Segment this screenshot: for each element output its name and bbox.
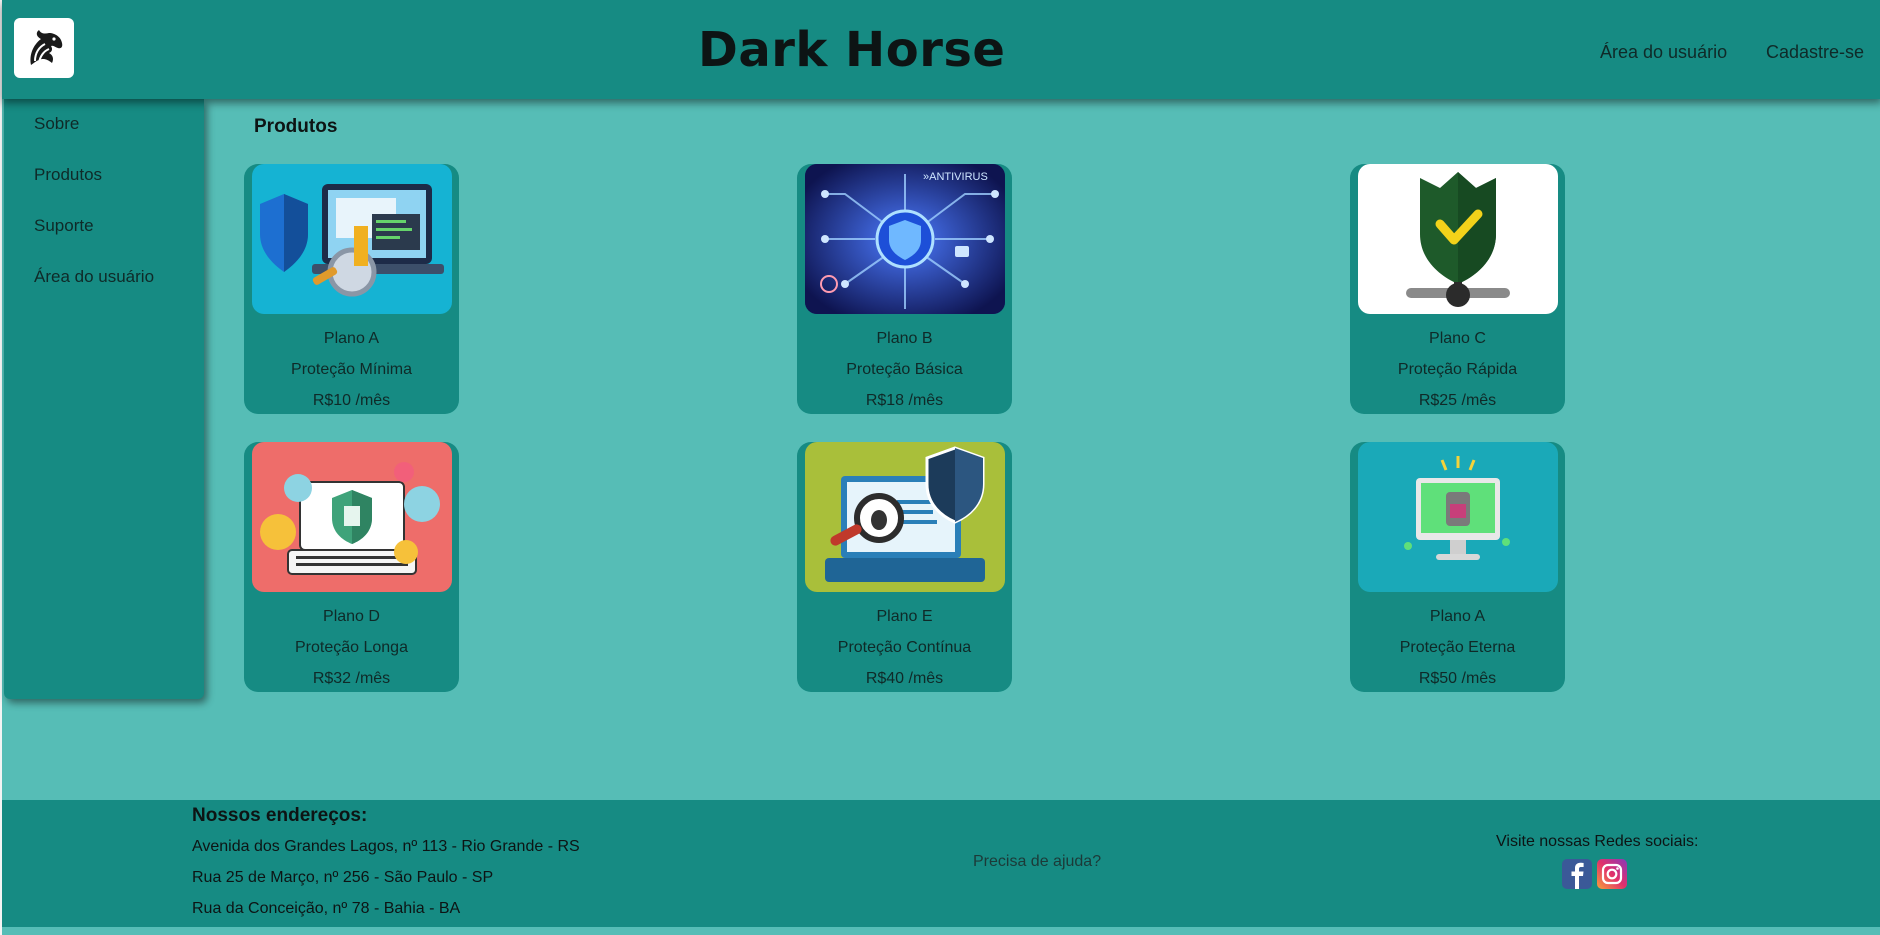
product-price: R$10 /mês bbox=[312, 392, 391, 409]
product-card[interactable]: »ANTIVIRUS Plano B Proteção Básica R$18 … bbox=[797, 164, 1012, 414]
product-card[interactable]: Plano C Proteção Rápida R$25 /mês bbox=[1350, 164, 1565, 414]
address-line: Rua da Conceição, nº 78 - Bahia - BA bbox=[192, 900, 461, 917]
sidebar-item-area-usuario[interactable]: Área do usuário bbox=[34, 267, 154, 287]
product-desc: Proteção Rápida bbox=[1397, 361, 1518, 378]
header: Dark Horse Área do usuário Cadastre-se bbox=[2, 0, 1880, 99]
product-card[interactable]: Plano A Proteção Mínima R$10 /mês bbox=[244, 164, 459, 414]
address-line: Rua 25 de Março, nº 256 - São Paulo - SP bbox=[192, 869, 494, 886]
product-desc: Proteção Eterna bbox=[1399, 639, 1516, 656]
header-link-signup[interactable]: Cadastre-se bbox=[1766, 42, 1864, 63]
product-card[interactable]: Plano A Proteção Eterna R$50 /mês bbox=[1350, 442, 1565, 692]
bug-scan-laptop-icon bbox=[805, 442, 1005, 592]
facebook-icon[interactable] bbox=[1562, 859, 1592, 889]
security-laptop-icon bbox=[252, 164, 452, 314]
help-link[interactable]: Precisa de ajuda? bbox=[973, 853, 1101, 871]
addresses-title: Nossos endereços: bbox=[192, 805, 368, 826]
sidebar: Sobre Produtos Suporte Área do usuário bbox=[4, 99, 204, 699]
section-title: Produtos bbox=[254, 116, 338, 137]
product-name: Plano B bbox=[876, 330, 933, 347]
monitor-lock-icon bbox=[1358, 442, 1558, 592]
product-price: R$50 /mês bbox=[1418, 670, 1497, 687]
product-card[interactable]: Plano E Proteção Contínua R$40 /mês bbox=[797, 442, 1012, 692]
shield-laptop-icon bbox=[252, 442, 452, 592]
instagram-icon[interactable] bbox=[1597, 859, 1627, 889]
product-card[interactable]: Plano D Proteção Longa R$32 /mês bbox=[244, 442, 459, 692]
social-title: Visite nossas Redes sociais: bbox=[1496, 833, 1699, 850]
product-name: Plano A bbox=[1429, 608, 1486, 625]
product-name: Plano E bbox=[876, 608, 933, 625]
antivirus-circuit-icon: »ANTIVIRUS bbox=[805, 164, 1005, 314]
product-name: Plano C bbox=[1429, 330, 1486, 347]
sidebar-item-produtos[interactable]: Produtos bbox=[34, 165, 102, 185]
svg-text:»ANTIVIRUS: »ANTIVIRUS bbox=[923, 171, 988, 183]
product-desc: Proteção Básica bbox=[846, 361, 963, 378]
site-title: Dark Horse bbox=[698, 22, 1006, 78]
product-desc: Proteção Contínua bbox=[837, 639, 972, 656]
sidebar-item-sobre[interactable]: Sobre bbox=[34, 114, 79, 134]
horse-logo-icon[interactable] bbox=[14, 18, 74, 78]
product-desc: Proteção Longa bbox=[295, 639, 408, 656]
product-price: R$25 /mês bbox=[1418, 392, 1497, 409]
product-price: R$32 /mês bbox=[312, 670, 391, 687]
product-name: Plano A bbox=[323, 330, 380, 347]
sidebar-item-suporte[interactable]: Suporte bbox=[34, 216, 94, 236]
header-link-user-area[interactable]: Área do usuário bbox=[1600, 42, 1727, 63]
product-price: R$18 /mês bbox=[865, 392, 944, 409]
address-line: Avenida dos Grandes Lagos, nº 113 - Rio … bbox=[192, 838, 580, 855]
product-price: R$40 /mês bbox=[865, 670, 944, 687]
product-desc: Proteção Mínima bbox=[291, 361, 412, 378]
product-name: Plano D bbox=[323, 608, 380, 625]
shield-check-icon bbox=[1358, 164, 1558, 314]
